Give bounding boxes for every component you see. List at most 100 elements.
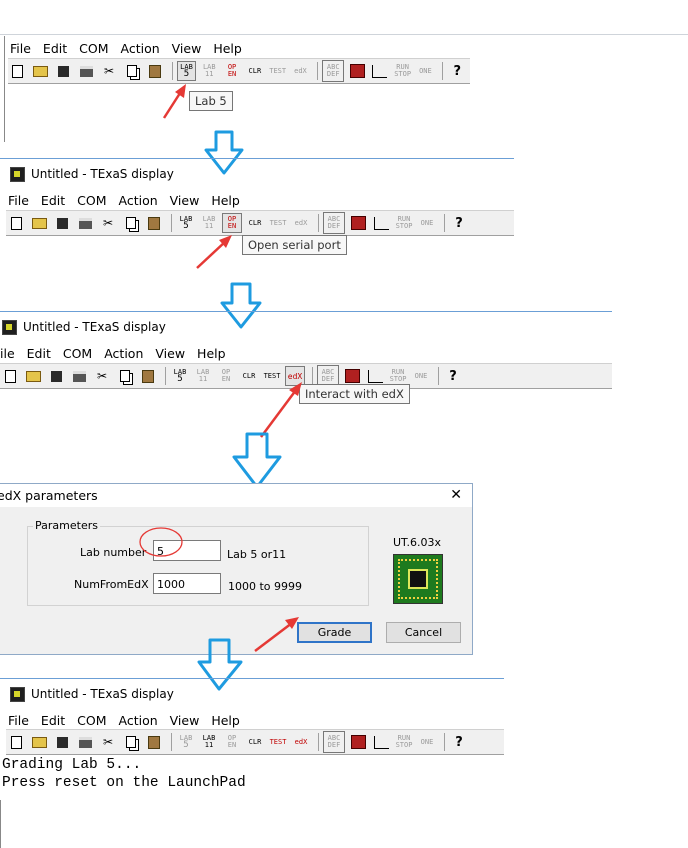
- one-button[interactable]: ONE: [417, 732, 437, 752]
- menu-com[interactable]: COM: [79, 41, 108, 56]
- save-disk-icon[interactable]: [52, 213, 72, 233]
- abc-def-button[interactable]: ABC DEF: [322, 60, 345, 82]
- run-stop-button[interactable]: RUN STOP: [394, 732, 414, 752]
- led-display-icon[interactable]: [342, 366, 362, 386]
- open-serial-button[interactable]: OP EN: [216, 366, 236, 386]
- run-stop-button[interactable]: RUN STOP: [393, 61, 413, 81]
- help-question-icon[interactable]: ?: [449, 732, 469, 752]
- save-disk-icon[interactable]: [52, 732, 72, 752]
- menu-action[interactable]: Action: [119, 193, 158, 208]
- help-question-icon[interactable]: ?: [449, 213, 469, 233]
- open-folder-icon[interactable]: [29, 732, 49, 752]
- menu-com[interactable]: COM: [77, 713, 106, 728]
- menu-help[interactable]: Help: [213, 41, 242, 56]
- menu-com[interactable]: COM: [63, 346, 92, 361]
- abc-def-button[interactable]: ABC DEF: [323, 212, 345, 234]
- menu-view[interactable]: View: [172, 41, 202, 56]
- copy-icon[interactable]: [122, 61, 142, 81]
- menu-file[interactable]: File: [8, 713, 29, 728]
- chart-icon[interactable]: [365, 366, 385, 386]
- clear-button[interactable]: CLR: [245, 61, 265, 81]
- lab11-button[interactable]: LAB 11: [199, 732, 219, 752]
- open-folder-icon[interactable]: [31, 61, 51, 81]
- paste-icon[interactable]: [138, 366, 158, 386]
- led-display-icon[interactable]: [348, 213, 368, 233]
- menu-edit[interactable]: Edit: [43, 41, 67, 56]
- run-stop-button[interactable]: RUN STOP: [388, 366, 408, 386]
- menu-action[interactable]: Action: [119, 713, 158, 728]
- menu-edit[interactable]: Edit: [41, 193, 65, 208]
- paste-icon[interactable]: [144, 213, 164, 233]
- lab5-button[interactable]: LAB 5: [176, 213, 196, 233]
- edx-button[interactable]: edX: [291, 213, 311, 233]
- print-icon[interactable]: [75, 732, 95, 752]
- menu-view[interactable]: View: [170, 193, 200, 208]
- lab5-button[interactable]: LAB 5: [176, 732, 196, 752]
- new-file-icon[interactable]: [6, 213, 26, 233]
- menu-file[interactable]: File: [10, 41, 31, 56]
- cut-icon[interactable]: ✂: [98, 732, 118, 752]
- menu-help[interactable]: Help: [211, 193, 240, 208]
- menu-view[interactable]: View: [155, 346, 185, 361]
- one-button[interactable]: ONE: [411, 366, 431, 386]
- cut-icon[interactable]: ✂: [92, 366, 112, 386]
- clear-button[interactable]: CLR: [239, 366, 259, 386]
- cut-icon[interactable]: ✂: [98, 213, 118, 233]
- clear-button[interactable]: CLR: [245, 732, 265, 752]
- menu-action[interactable]: Action: [121, 41, 160, 56]
- abc-def-button[interactable]: ABC DEF: [323, 731, 345, 753]
- save-disk-icon[interactable]: [46, 366, 66, 386]
- menu-help[interactable]: Help: [211, 713, 240, 728]
- test-button[interactable]: TEST: [268, 61, 288, 81]
- led-display-icon[interactable]: [348, 732, 368, 752]
- lab11-button[interactable]: LAB 11: [199, 61, 219, 81]
- open-serial-button[interactable]: OP EN: [222, 213, 242, 233]
- open-serial-button[interactable]: OP EN: [222, 732, 242, 752]
- lab11-button[interactable]: LAB 11: [199, 213, 219, 233]
- num-from-edx-field[interactable]: 1000: [153, 573, 221, 594]
- new-file-icon[interactable]: [8, 61, 28, 81]
- menu-view[interactable]: View: [170, 713, 200, 728]
- run-stop-button[interactable]: RUN STOP: [394, 213, 414, 233]
- help-question-icon[interactable]: ?: [447, 61, 467, 81]
- grade-button[interactable]: Grade: [297, 622, 372, 643]
- open-serial-button[interactable]: OP EN: [222, 61, 242, 81]
- chart-icon[interactable]: [371, 732, 391, 752]
- help-question-icon[interactable]: ?: [443, 366, 463, 386]
- test-button[interactable]: TEST: [268, 213, 288, 233]
- copy-icon[interactable]: [121, 213, 141, 233]
- paste-icon[interactable]: [144, 732, 164, 752]
- menu-action[interactable]: Action: [104, 346, 143, 361]
- copy-icon[interactable]: [115, 366, 135, 386]
- menu-file[interactable]: File: [8, 193, 29, 208]
- lab5-button[interactable]: LAB 5: [176, 61, 197, 81]
- cancel-button[interactable]: Cancel: [386, 622, 461, 643]
- print-icon[interactable]: [76, 61, 96, 81]
- new-file-icon[interactable]: [0, 366, 20, 386]
- menu-edit[interactable]: Edit: [41, 713, 65, 728]
- save-disk-icon[interactable]: [54, 61, 74, 81]
- new-file-icon[interactable]: [6, 732, 26, 752]
- menu-file[interactable]: ile: [0, 346, 15, 361]
- menu-edit[interactable]: Edit: [27, 346, 51, 361]
- copy-icon[interactable]: [121, 732, 141, 752]
- open-folder-icon[interactable]: [23, 366, 43, 386]
- close-icon[interactable]: ✕: [450, 484, 462, 507]
- one-button[interactable]: ONE: [417, 213, 437, 233]
- clear-button[interactable]: CLR: [245, 213, 265, 233]
- print-icon[interactable]: [69, 366, 89, 386]
- edx-button[interactable]: edX: [291, 732, 311, 752]
- one-button[interactable]: ONE: [416, 61, 436, 81]
- led-display-icon[interactable]: [347, 61, 367, 81]
- chart-icon[interactable]: [370, 61, 390, 81]
- menu-help[interactable]: Help: [197, 346, 226, 361]
- paste-icon[interactable]: [145, 61, 165, 81]
- edx-button[interactable]: edX: [291, 61, 311, 81]
- lab5-button[interactable]: LAB 5: [170, 366, 190, 386]
- cut-icon[interactable]: ✂: [99, 61, 119, 81]
- test-button[interactable]: TEST: [268, 732, 288, 752]
- chart-icon[interactable]: [371, 213, 391, 233]
- open-folder-icon[interactable]: [29, 213, 49, 233]
- print-icon[interactable]: [75, 213, 95, 233]
- lab11-button[interactable]: LAB 11: [193, 366, 213, 386]
